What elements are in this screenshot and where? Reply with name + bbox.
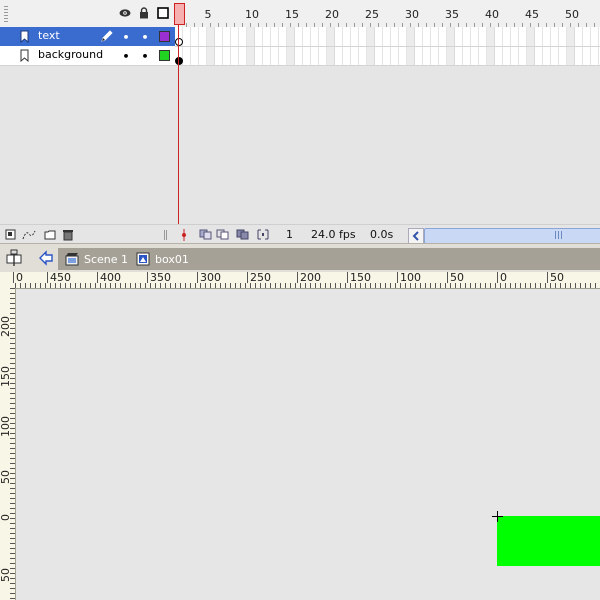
frame-rate[interactable]: 24.0 fps xyxy=(311,228,356,241)
onion-skin-icon[interactable] xyxy=(199,229,212,240)
ruler-label: 0 xyxy=(497,272,507,283)
frame-number: 20 xyxy=(325,8,339,21)
breadcrumb-scene[interactable]: Scene 1 xyxy=(65,248,128,270)
frame-number: 30 xyxy=(405,8,419,21)
frame-number: 35 xyxy=(445,8,459,21)
frame-row-divider xyxy=(175,46,600,47)
layer-visibility-toggle[interactable]: • xyxy=(121,31,131,44)
modify-onion-markers-icon[interactable] xyxy=(257,229,269,240)
layer-lock-toggle[interactable]: • xyxy=(140,31,150,44)
frame-number: 50 xyxy=(565,8,579,21)
ruler-label: 50 xyxy=(547,272,564,283)
layer-lock-toggle[interactable]: • xyxy=(140,50,150,63)
playhead[interactable] xyxy=(174,3,185,25)
onion-skin-outlines-icon[interactable] xyxy=(216,229,229,240)
timeline-footer: 1 24.0 fps 0.0s xyxy=(0,224,600,244)
frame-number: 10 xyxy=(245,8,259,21)
layer-name[interactable]: background xyxy=(38,48,103,61)
timeline-header: 1 5 10 15 20 25 30 35 40 45 50 xyxy=(0,0,600,28)
add-motion-guide-icon[interactable] xyxy=(22,229,36,240)
green-rectangle-shape[interactable] xyxy=(497,516,600,566)
ruler-label: 200 xyxy=(297,272,321,283)
ruler-label: 100 xyxy=(397,272,421,283)
timeline-panel: 1 5 10 15 20 25 30 35 40 45 50 text • • … xyxy=(0,0,600,244)
ruler-vertical-ticks xyxy=(10,288,15,600)
layer-row-text[interactable]: text • • xyxy=(0,27,175,47)
layer-outline-swatch[interactable] xyxy=(159,31,170,42)
ruler-label: 350 xyxy=(147,272,171,283)
splitter-grip[interactable] xyxy=(164,230,167,240)
ruler-label: 300 xyxy=(197,272,221,283)
scene-icon xyxy=(65,252,79,266)
frame-row-divider xyxy=(175,65,600,66)
outline-icon[interactable] xyxy=(157,7,169,19)
playhead-line xyxy=(178,24,179,224)
scroll-left-button[interactable] xyxy=(408,228,424,244)
layer-outline-swatch[interactable] xyxy=(159,50,170,61)
frame-number: 25 xyxy=(365,8,379,21)
center-frame-icon[interactable] xyxy=(180,229,191,241)
symbol-label: box01 xyxy=(155,252,189,266)
frame-number: 45 xyxy=(525,8,539,21)
pencil-icon xyxy=(100,29,114,43)
timeline-horizontal-scrollbar[interactable] xyxy=(424,228,600,244)
ruler-label: 50 xyxy=(447,272,464,283)
edit-multiple-frames-icon[interactable] xyxy=(236,229,249,240)
layer-row-background[interactable]: background • • xyxy=(0,46,175,66)
ruler-label: 0 xyxy=(13,272,23,283)
elapsed-time: 0.0s xyxy=(370,228,394,241)
layer-name[interactable]: text xyxy=(38,29,60,42)
layer-icon xyxy=(18,49,31,63)
back-arrow-icon[interactable] xyxy=(38,250,54,266)
lock-icon[interactable] xyxy=(138,7,150,19)
eye-icon[interactable] xyxy=(119,7,131,19)
timeline-toggle-icon[interactable] xyxy=(4,249,24,267)
panel-grip-handle[interactable] xyxy=(4,6,8,22)
frame-number: 40 xyxy=(485,8,499,21)
insert-folder-icon[interactable] xyxy=(44,229,56,240)
movieclip-symbol-icon xyxy=(136,252,150,266)
keyframe-filled[interactable] xyxy=(175,57,183,65)
frame-number: 15 xyxy=(285,8,299,21)
layer-visibility-toggle[interactable]: • xyxy=(121,50,131,63)
ruler-label: 150 xyxy=(347,272,371,283)
edit-bar: Scene 1 box01 xyxy=(0,243,600,273)
ruler-label: 400 xyxy=(97,272,121,283)
ruler-horizontal-ticks xyxy=(15,283,600,288)
keyframe-empty[interactable] xyxy=(175,38,183,46)
registration-point-icon xyxy=(492,511,503,522)
breadcrumb-symbol[interactable]: box01 xyxy=(136,248,189,270)
insert-layer-icon[interactable] xyxy=(5,229,16,240)
layer-icon xyxy=(18,30,31,44)
scene-label: Scene 1 xyxy=(84,252,129,266)
ruler-label: 450 xyxy=(47,272,71,283)
trash-icon[interactable] xyxy=(63,229,74,241)
current-frame: 1 xyxy=(286,228,293,241)
ruler-label: 250 xyxy=(247,272,271,283)
scrollbar-grip[interactable] xyxy=(555,231,563,239)
frame-number: 5 xyxy=(204,8,212,21)
